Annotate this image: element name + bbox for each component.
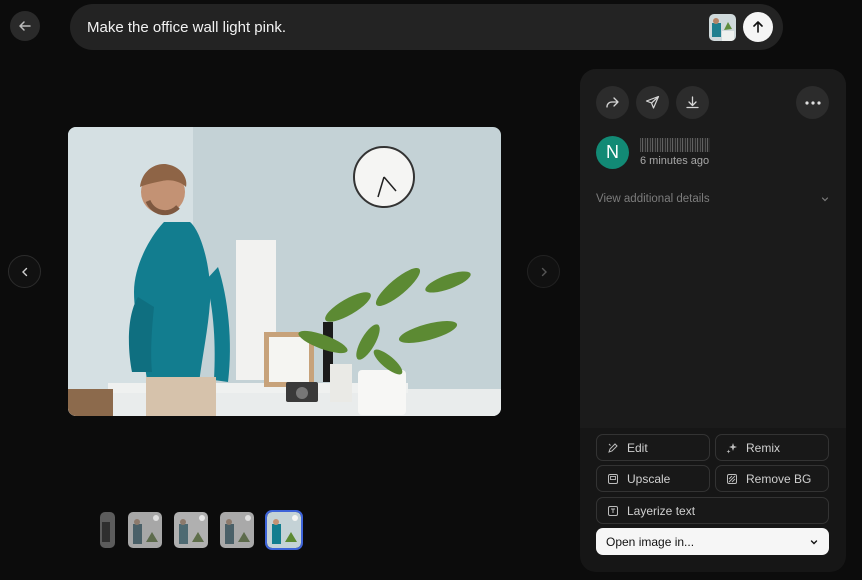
- edit-button[interactable]: Edit: [596, 434, 710, 461]
- thumbnail-item[interactable]: [100, 512, 115, 548]
- paper-plane-icon: [645, 95, 660, 109]
- send-button[interactable]: [636, 86, 669, 119]
- next-image-button[interactable]: [527, 255, 560, 288]
- timestamp: 6 minutes ago: [640, 155, 710, 167]
- thumbnail-item[interactable]: [174, 512, 208, 548]
- chevron-right-icon: [541, 267, 547, 276]
- panel-header-area: [580, 69, 846, 428]
- more-options-button[interactable]: [796, 86, 829, 119]
- chevron-down-icon: [821, 197, 829, 202]
- avatar[interactable]: N: [596, 136, 629, 169]
- chevron-down-icon: [810, 539, 818, 544]
- edit-icon: [608, 442, 618, 453]
- more-horizontal-icon: [804, 100, 821, 105]
- previous-image-button[interactable]: [8, 255, 41, 288]
- details-panel: N 6 minutes ago View additional details …: [580, 69, 846, 572]
- open-image-in-dropdown[interactable]: Open image in...: [596, 528, 829, 555]
- open-image-label: Open image in...: [606, 534, 695, 549]
- thumbnail-item[interactable]: [220, 512, 254, 548]
- remix-label: Remix: [746, 440, 781, 455]
- sparkle-icon: [726, 442, 737, 453]
- download-icon: [686, 96, 699, 109]
- prompt-reference-thumbnail[interactable]: [709, 13, 736, 41]
- prompt-text[interactable]: Make the office wall light pink.: [87, 19, 709, 36]
- thumbnail-item[interactable]: [128, 512, 162, 548]
- remove-background-icon: [727, 473, 737, 484]
- upscale-button[interactable]: Upscale: [596, 465, 710, 492]
- layerize-text-label: Layerize text: [627, 503, 696, 518]
- view-additional-details-toggle[interactable]: View additional details: [596, 191, 830, 207]
- remove-bg-label: Remove BG: [746, 471, 812, 486]
- layerize-text-button[interactable]: Layerize text: [596, 497, 829, 524]
- remove-bg-button[interactable]: Remove BG: [715, 465, 829, 492]
- arrow-up-icon: [753, 21, 763, 33]
- remix-button[interactable]: Remix: [715, 434, 829, 461]
- prompt-bar: Make the office wall light pink.: [70, 4, 783, 50]
- arrow-left-icon: [19, 21, 31, 31]
- generated-image[interactable]: [68, 127, 501, 416]
- back-button[interactable]: [10, 11, 40, 41]
- send-button[interactable]: [743, 12, 773, 42]
- download-button[interactable]: [676, 86, 709, 119]
- thumbnail-item-selected[interactable]: [265, 510, 303, 550]
- share-button[interactable]: [596, 86, 629, 119]
- layerize-text-icon: [608, 505, 618, 516]
- redacted-username: [640, 138, 710, 152]
- upscale-icon: [608, 473, 618, 484]
- share-icon: [606, 97, 619, 108]
- upscale-label: Upscale: [627, 471, 671, 486]
- edit-label: Edit: [627, 440, 648, 455]
- details-label: View additional details: [596, 193, 710, 205]
- chevron-left-icon: [21, 267, 27, 276]
